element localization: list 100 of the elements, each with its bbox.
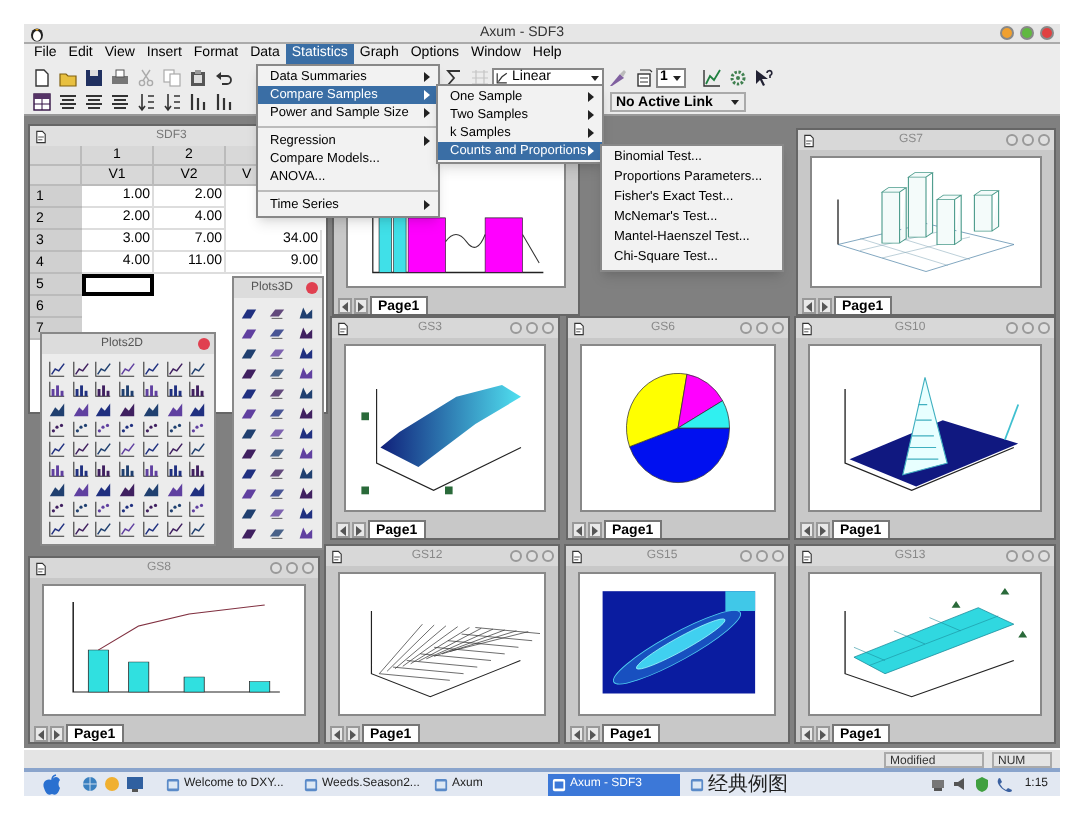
page-icon[interactable] <box>633 67 653 87</box>
close-button[interactable] <box>198 338 210 350</box>
plot-type-icon[interactable] <box>71 500 90 518</box>
plot-type-icon[interactable] <box>141 360 160 378</box>
plot-type-icon[interactable] <box>188 380 207 398</box>
minimize-button[interactable] <box>1000 26 1014 40</box>
plot-type-icon[interactable] <box>165 520 184 538</box>
pointer-icon[interactable] <box>753 67 773 87</box>
plot-type-icon[interactable] <box>48 380 66 398</box>
column-icon[interactable] <box>213 92 233 112</box>
next-page-button[interactable] <box>352 522 366 538</box>
plot-type-icon[interactable] <box>141 440 160 458</box>
previous-page-button[interactable] <box>802 298 816 314</box>
plot-type-icon[interactable] <box>118 440 137 458</box>
globe-icon[interactable] <box>82 776 98 792</box>
next-page-button[interactable] <box>588 522 602 538</box>
previous-page-button[interactable] <box>800 522 814 538</box>
sort-icon[interactable] <box>135 92 155 112</box>
plot-type-icon[interactable] <box>141 380 160 398</box>
close-button[interactable] <box>306 282 318 294</box>
undo-icon[interactable] <box>213 67 233 87</box>
plot-type-icon[interactable] <box>165 440 184 458</box>
plot-type-icon[interactable] <box>165 360 184 378</box>
plot-type-icon[interactable] <box>94 500 113 518</box>
previous-page-button[interactable] <box>572 522 586 538</box>
plot-type-icon[interactable] <box>188 360 207 378</box>
next-page-button[interactable] <box>346 726 360 742</box>
plot-type-icon[interactable] <box>48 360 66 378</box>
plot-type-icon[interactable] <box>141 460 160 478</box>
maximize-button[interactable] <box>1020 26 1034 40</box>
plot-type-icon[interactable] <box>48 500 66 518</box>
table-cell[interactable] <box>82 274 154 296</box>
plot-type-icon[interactable] <box>188 460 207 478</box>
plot-type-icon[interactable] <box>71 360 90 378</box>
plot-type-icon[interactable] <box>268 444 286 462</box>
plot-type-icon[interactable] <box>268 484 286 502</box>
column-icon[interactable] <box>187 92 207 112</box>
plot-type-icon[interactable] <box>118 360 137 378</box>
plot-type-icon[interactable] <box>268 464 286 482</box>
plot-type-icon[interactable] <box>118 520 137 538</box>
plot-type-icon[interactable] <box>48 460 66 478</box>
close-button[interactable] <box>1040 26 1054 40</box>
plot-type-icon[interactable] <box>94 420 113 438</box>
plot-type-icon[interactable] <box>268 324 286 342</box>
plot-type-icon[interactable] <box>268 364 286 382</box>
next-page-button[interactable] <box>50 726 64 742</box>
plot-type-icon[interactable] <box>188 420 207 438</box>
brush-icon[interactable] <box>607 67 627 87</box>
plot-type-icon[interactable] <box>94 440 113 458</box>
plot-type-icon[interactable] <box>165 420 184 438</box>
plot-type-icon[interactable] <box>188 440 207 458</box>
plot-type-icon[interactable] <box>48 440 66 458</box>
plot-type-icon[interactable] <box>48 420 66 438</box>
plot-type-icon[interactable] <box>94 520 113 538</box>
printer-icon[interactable] <box>109 67 129 87</box>
plot-type-icon[interactable] <box>118 420 137 438</box>
previous-page-button[interactable] <box>570 726 584 742</box>
previous-page-button[interactable] <box>34 726 48 742</box>
align-icon[interactable] <box>57 92 77 112</box>
plot-type-icon[interactable] <box>165 380 184 398</box>
plot-type-icon[interactable] <box>71 460 90 478</box>
next-page-button[interactable] <box>818 298 832 314</box>
plot-type-icon[interactable] <box>118 380 137 398</box>
plot-type-icon[interactable] <box>268 404 286 422</box>
previous-page-button[interactable] <box>330 726 344 742</box>
plot-type-icon[interactable] <box>165 460 184 478</box>
plot-type-icon[interactable] <box>141 500 160 518</box>
sort-icon[interactable] <box>161 92 181 112</box>
plot-type-icon[interactable] <box>188 500 207 518</box>
next-page-button[interactable] <box>354 298 368 314</box>
plot-type-icon[interactable] <box>118 500 137 518</box>
plot-type-icon[interactable] <box>268 304 286 322</box>
gear-icon[interactable] <box>727 67 747 87</box>
plot-type-icon[interactable] <box>71 520 90 538</box>
monitor-icon[interactable] <box>126 776 144 792</box>
taskbar-button[interactable]: 经典例图 <box>686 773 790 795</box>
plot-type-icon[interactable] <box>71 440 90 458</box>
plot-type-icon[interactable] <box>94 360 113 378</box>
plot-type-icon[interactable] <box>71 380 90 398</box>
clipboard-icon[interactable] <box>187 67 207 87</box>
align-icon[interactable] <box>83 92 103 112</box>
plot-type-icon[interactable] <box>71 420 90 438</box>
previous-page-button[interactable] <box>336 522 350 538</box>
start-button[interactable] <box>42 773 62 795</box>
plot-type-icon[interactable] <box>118 460 137 478</box>
previous-page-button[interactable] <box>800 726 814 742</box>
plot-type-icon[interactable] <box>141 520 160 538</box>
next-page-button[interactable] <box>816 726 830 742</box>
plot-type-icon[interactable] <box>268 524 286 542</box>
align-icon[interactable] <box>109 92 129 112</box>
next-page-button[interactable] <box>816 522 830 538</box>
previous-page-button[interactable] <box>338 298 352 314</box>
plot-type-icon[interactable] <box>48 520 66 538</box>
chart-icon[interactable] <box>701 67 721 87</box>
plot-type-icon[interactable] <box>188 520 207 538</box>
plot-type-icon[interactable] <box>94 460 113 478</box>
plot-type-icon[interactable] <box>94 380 113 398</box>
plot-type-icon[interactable] <box>268 384 286 402</box>
plot-type-icon[interactable] <box>165 500 184 518</box>
table-icon[interactable] <box>31 92 51 112</box>
